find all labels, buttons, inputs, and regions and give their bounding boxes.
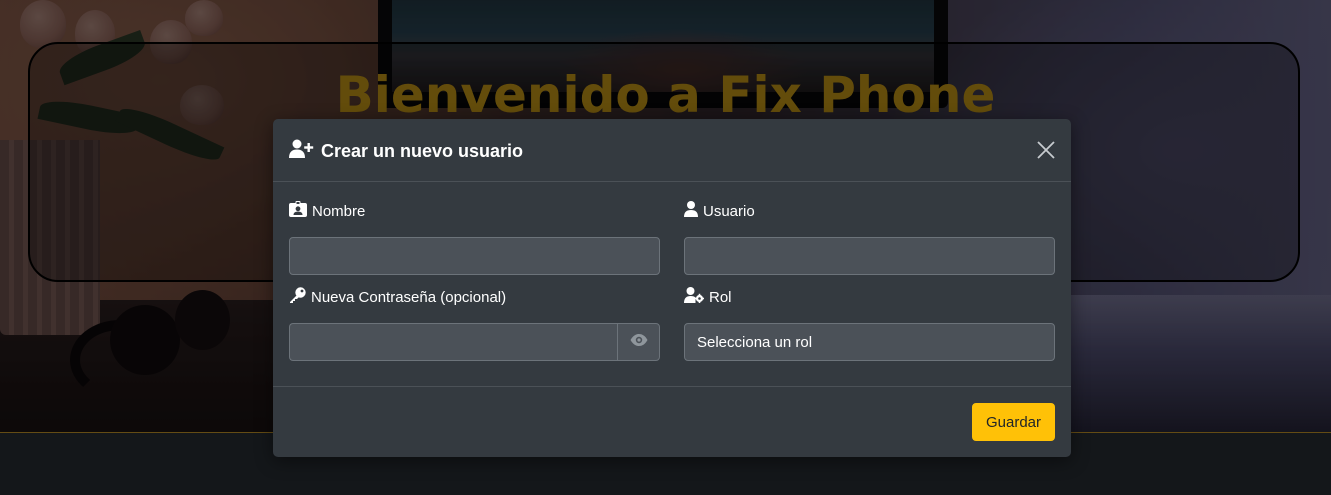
- toggle-password-button[interactable]: [617, 323, 660, 361]
- password-input-group: [289, 323, 660, 361]
- password-field-group: Nueva Contraseña (opcional): [289, 286, 660, 361]
- nombre-label: Nombre: [312, 202, 366, 220]
- save-button[interactable]: Guardar: [972, 403, 1055, 441]
- rol-select-value: Selecciona un rol: [697, 333, 813, 351]
- modal-body: Nombre Usuario Nueva Contraseña (opciona…: [273, 182, 1071, 386]
- password-label: Nueva Contraseña (opcional): [311, 288, 507, 306]
- password-input[interactable]: [289, 323, 617, 361]
- usuario-label: Usuario: [703, 202, 755, 220]
- usuario-field-group: Usuario: [684, 200, 1055, 275]
- modal-footer: Guardar: [273, 386, 1071, 458]
- close-button[interactable]: [1035, 139, 1057, 161]
- user-plus-icon: [289, 139, 321, 164]
- eye-icon: [630, 333, 648, 351]
- usuario-input[interactable]: [684, 237, 1055, 275]
- create-user-modal: Crear un nuevo usuario Nombre Usuario Nu…: [273, 119, 1071, 457]
- rol-label: Rol: [709, 288, 732, 306]
- key-icon: [289, 287, 311, 307]
- user-gear-icon: [684, 287, 709, 307]
- rol-field-group: Rol Selecciona un rol: [684, 286, 1055, 361]
- modal-title: Crear un nuevo usuario: [289, 139, 523, 164]
- modal-header: Crear un nuevo usuario: [273, 119, 1071, 182]
- rol-select[interactable]: Selecciona un rol: [684, 323, 1055, 361]
- close-icon: [1035, 141, 1057, 165]
- nombre-field-group: Nombre: [289, 200, 660, 275]
- id-card-icon: [289, 201, 312, 221]
- nombre-input[interactable]: [289, 237, 660, 275]
- modal-title-text: Crear un nuevo usuario: [321, 141, 524, 161]
- user-icon: [684, 201, 703, 221]
